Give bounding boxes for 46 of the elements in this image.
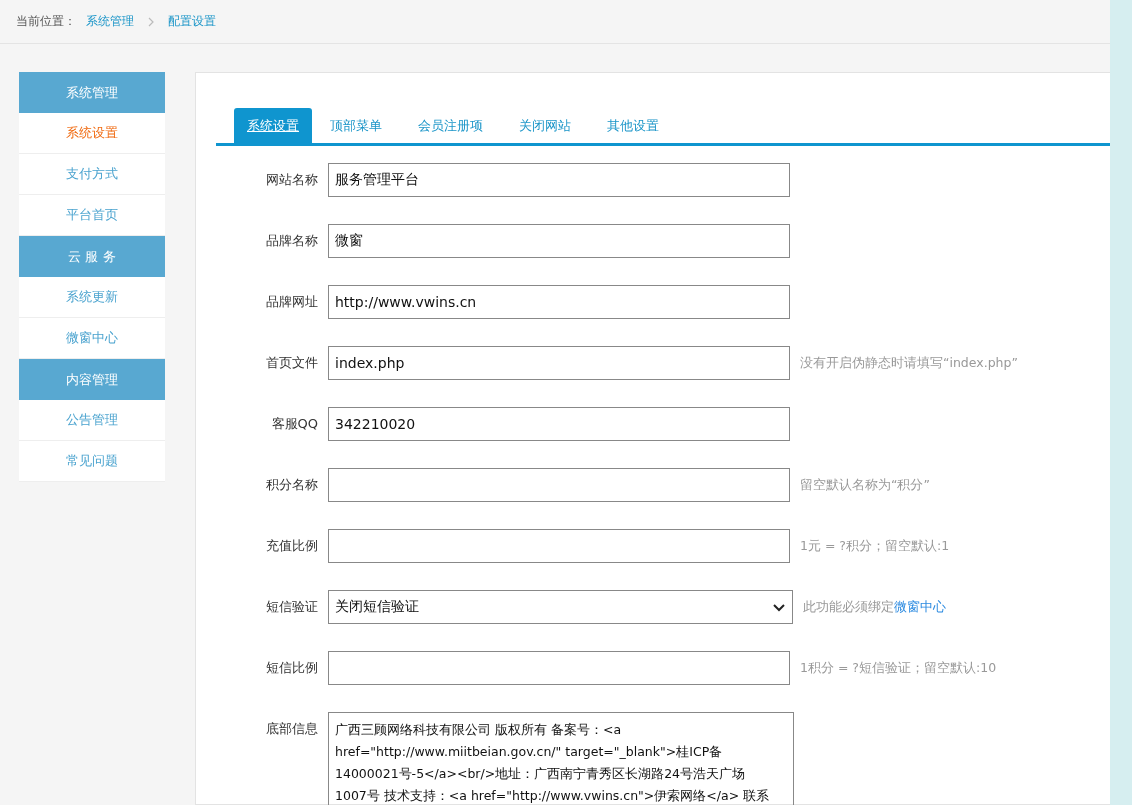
hint-text: 1元 = ?积分；留空默认:1	[800, 537, 950, 555]
chevron-icon	[148, 16, 154, 27]
hint-text: 此功能必须绑定微窗中心	[803, 598, 946, 616]
sidebar-item[interactable]: 常见问题	[19, 441, 165, 482]
text-field[interactable]	[328, 651, 790, 685]
text-field[interactable]	[328, 468, 790, 502]
field-label: 网站名称	[265, 171, 319, 189]
text-area[interactable]: 广西三顾网络科技有限公司 版权所有 备案号：<a href="http://www.miitbeian.gov.cn/" target="_blank">桂ICP备 14000021号-5</a><br/>地址：广西南宁青秀区长湖路24号浩天广场 1007号 技术支持：<a href="http://www.vwins.cn">伊索网络</a> 联系	[328, 712, 794, 805]
field-label: 充值比例	[265, 537, 319, 555]
hint-link[interactable]: 微窗中心	[894, 599, 946, 614]
tab[interactable]: 会员注册项	[400, 108, 501, 143]
sidebar-item[interactable]: 平台首页	[19, 195, 165, 236]
field-label: 客服QQ	[270, 415, 319, 433]
hint-text: 留空默认名称为“积分”	[800, 476, 930, 494]
hint-text: 1积分 = ?短信验证；留空默认:10	[800, 659, 997, 677]
sidebar-item[interactable]: 系统设置	[19, 113, 165, 154]
tab[interactable]: 系统设置	[234, 108, 312, 143]
breadcrumb-link[interactable]: 配置设置	[168, 13, 216, 30]
chevron-down-icon	[772, 602, 786, 612]
sidebar-item[interactable]: 微窗中心	[19, 318, 165, 359]
sidebar-header: 云 服 务	[19, 236, 165, 277]
tab[interactable]: 顶部菜单	[312, 108, 400, 143]
field-label: 品牌网址	[265, 293, 319, 311]
field-label: 品牌名称	[265, 232, 319, 250]
text-field[interactable]: http://www.vwins.cn	[328, 285, 790, 319]
dropdown[interactable]: 关闭短信验证	[328, 590, 793, 624]
sidebar-header: 内容管理	[19, 359, 165, 400]
breadcrumb-label: 当前位置：	[16, 13, 76, 30]
field-label: 积分名称	[265, 476, 319, 494]
sidebar-item[interactable]: 系统更新	[19, 277, 165, 318]
sidebar-item[interactable]: 公告管理	[19, 400, 165, 441]
text-field[interactable]: 微窗	[328, 224, 790, 258]
field-label: 短信比例	[265, 659, 319, 677]
text-field[interactable]: index.php	[328, 346, 790, 380]
text-field[interactable]	[328, 529, 790, 563]
breadcrumb-link[interactable]: 系统管理	[86, 13, 134, 30]
field-label: 底部信息	[265, 720, 319, 738]
text-field[interactable]: 服务管理平台	[328, 163, 790, 197]
field-label: 短信验证	[265, 598, 319, 616]
hint-text: 没有开启伪静态时请填写“index.php”	[800, 354, 1018, 372]
sidebar-header: 系统管理	[19, 72, 165, 113]
sidebar-item[interactable]: 支付方式	[19, 154, 165, 195]
field-label: 首页文件	[265, 354, 319, 372]
tab[interactable]: 关闭网站	[501, 108, 589, 143]
tab[interactable]: 其他设置	[589, 108, 677, 143]
text-field[interactable]: 342210020	[328, 407, 790, 441]
